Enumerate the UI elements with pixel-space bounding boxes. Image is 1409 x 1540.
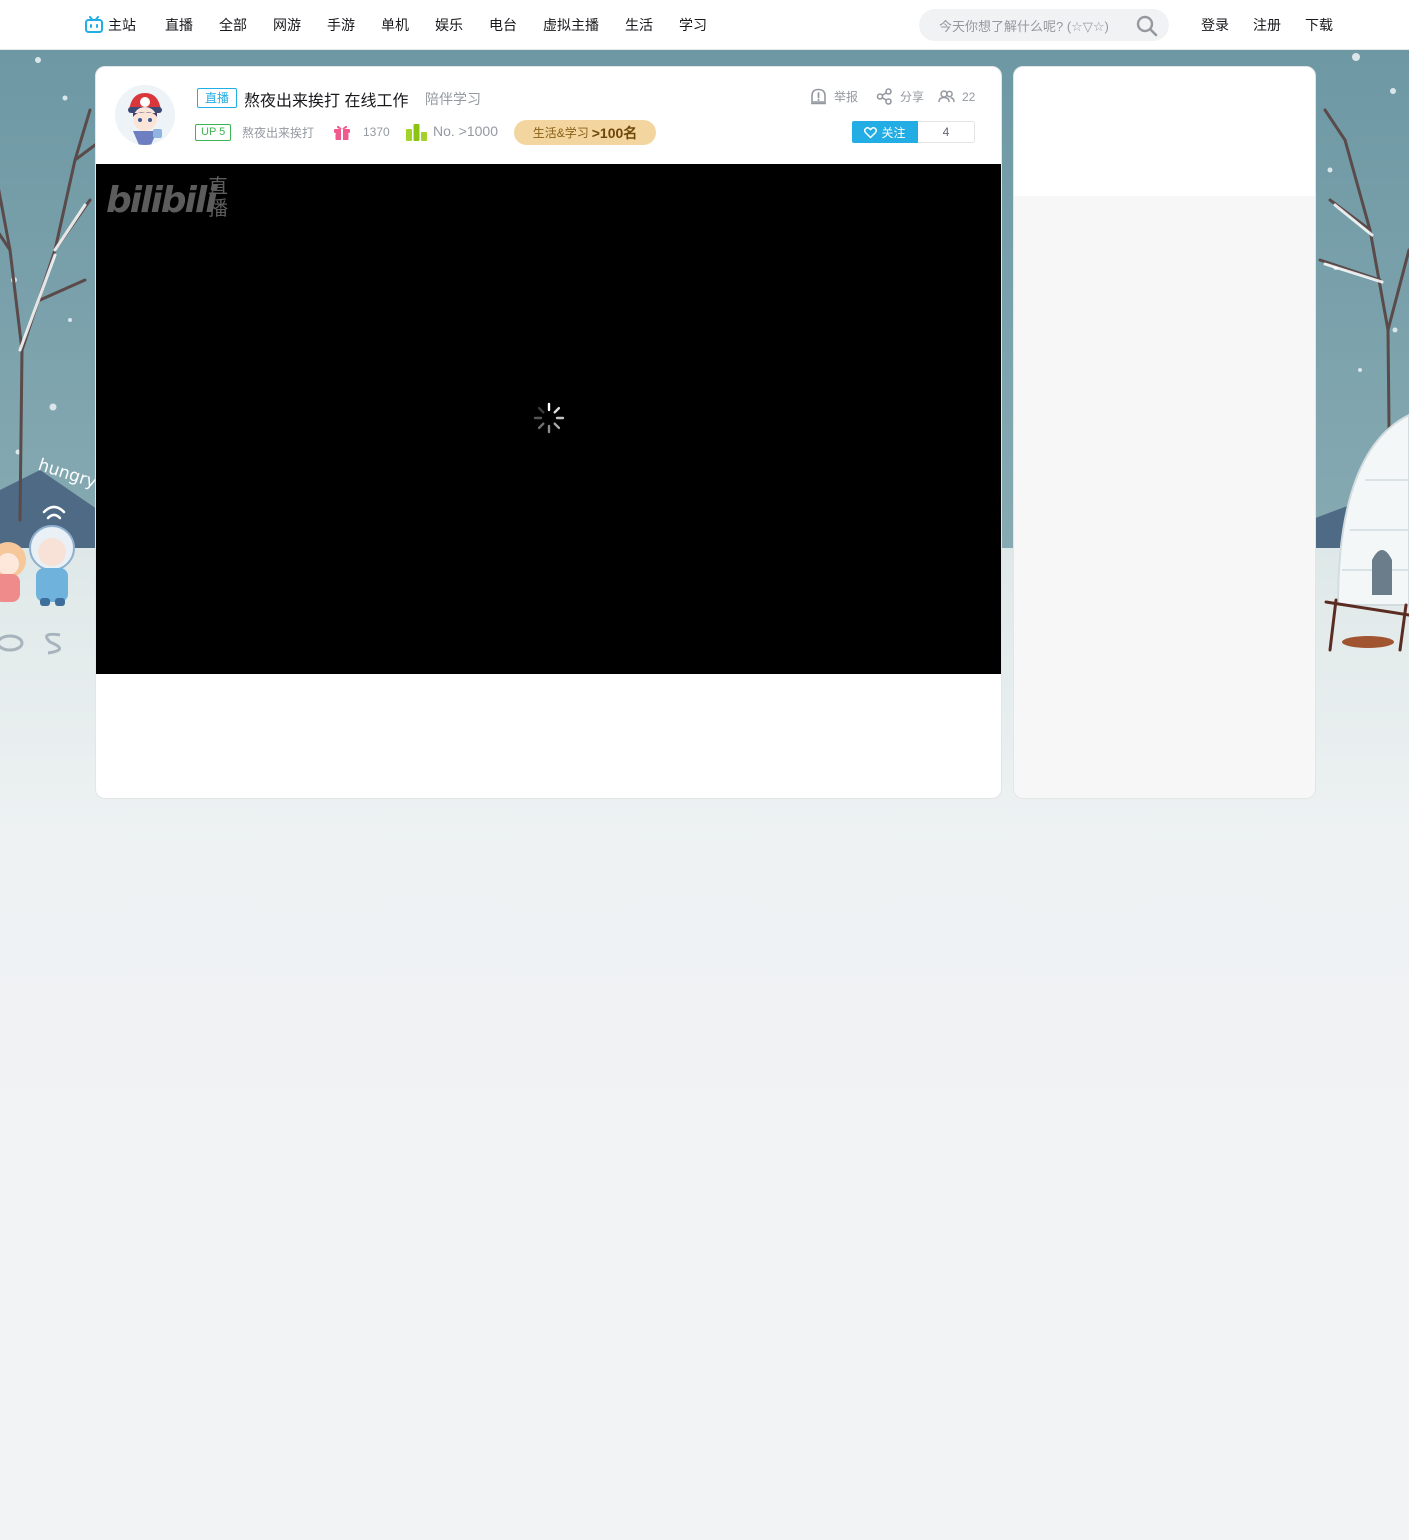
rank-text[interactable]: No. >1000 (433, 123, 498, 139)
nav-link-live[interactable]: 直播 (152, 14, 206, 36)
follower-count: 4 (918, 121, 975, 143)
nav-link-life[interactable]: 生活 (612, 14, 666, 36)
side-panel-header (1014, 67, 1315, 196)
user-links: 登录 注册 下载 (1189, 14, 1345, 36)
logo-sub-1: 直 (208, 174, 228, 198)
share-button[interactable]: 分享 (876, 88, 924, 105)
logo-sub-2: 播 (208, 196, 228, 218)
loading-spinner (533, 402, 565, 434)
gift-icon (334, 125, 350, 140)
bilibili-live-logo: bilibili 直 播 (106, 174, 228, 218)
nav-link-vtuber[interactable]: 虚拟主播 (530, 14, 612, 36)
nav-link-all[interactable]: 全部 (206, 14, 260, 36)
search-icon[interactable] (1136, 15, 1158, 37)
up-name-link[interactable]: 熬夜出来挨打 (242, 124, 314, 141)
nav-home-link[interactable]: 主站 (85, 14, 136, 36)
share-label: 分享 (900, 90, 925, 104)
room-title: 熬夜出来挨打 在线工作 (244, 93, 409, 110)
report-label: 举报 (834, 90, 859, 104)
follow-group: 关注 4 (852, 121, 975, 143)
nav-link-single-player[interactable]: 单机 (368, 14, 422, 36)
live-badge: 直播 (197, 88, 238, 108)
nav-link-study[interactable]: 学习 (666, 14, 720, 36)
nav-home-label: 主站 (108, 17, 136, 33)
gift-count: 1370 (363, 125, 390, 139)
tv-icon (85, 16, 103, 33)
download-link[interactable]: 下载 (1293, 14, 1345, 36)
viewers-icon (938, 90, 955, 103)
viewer-count: 22 (938, 88, 975, 105)
nav-link-online-games[interactable]: 网游 (260, 14, 314, 36)
area-rank-label: 生活&学习 (532, 126, 589, 140)
follow-label: 关注 (881, 125, 906, 140)
streamer-avatar[interactable] (115, 85, 175, 145)
page-background (0, 1220, 1409, 1540)
side-panel (1013, 66, 1316, 799)
follow-button[interactable]: 关注 (852, 121, 918, 143)
heart-icon (864, 126, 878, 139)
viewers-value: 22 (962, 89, 976, 104)
top-nav: 主站 直播 全部 网游 手游 单机 娱乐 电台 虚拟主播 生活 学习 登录 注册… (0, 0, 1409, 50)
area-rank-value: >100名 (591, 124, 638, 141)
area-rank-pill[interactable]: 生活&学习 >100名 (514, 120, 656, 145)
search-box (919, 9, 1169, 41)
report-button[interactable]: 举报 (810, 88, 858, 105)
logo-text: bilibili (106, 180, 218, 218)
nav-links: 直播 全部 网游 手游 单机 娱乐 电台 虚拟主播 生活 学习 (152, 14, 720, 36)
login-link[interactable]: 登录 (1189, 14, 1241, 36)
nav-link-radio[interactable]: 电台 (476, 14, 530, 36)
report-icon (811, 88, 826, 105)
up-level-badge: UP 5 (195, 124, 232, 141)
rank-icon (406, 124, 427, 141)
nav-link-mobile-games[interactable]: 手游 (314, 14, 368, 36)
register-link[interactable]: 注册 (1241, 14, 1293, 36)
live-room-card: 直播 熬夜出来挨打 在线工作 陪伴学习 UP 5 熬夜出来挨打 1370 No.… (95, 66, 1002, 799)
room-area-link[interactable]: 陪伴学习 (425, 89, 481, 109)
search-input[interactable] (937, 16, 1131, 36)
video-player[interactable]: bilibili 直 播 (96, 164, 1001, 674)
share-icon (876, 88, 892, 105)
nav-link-entertainment[interactable]: 娱乐 (422, 14, 476, 36)
